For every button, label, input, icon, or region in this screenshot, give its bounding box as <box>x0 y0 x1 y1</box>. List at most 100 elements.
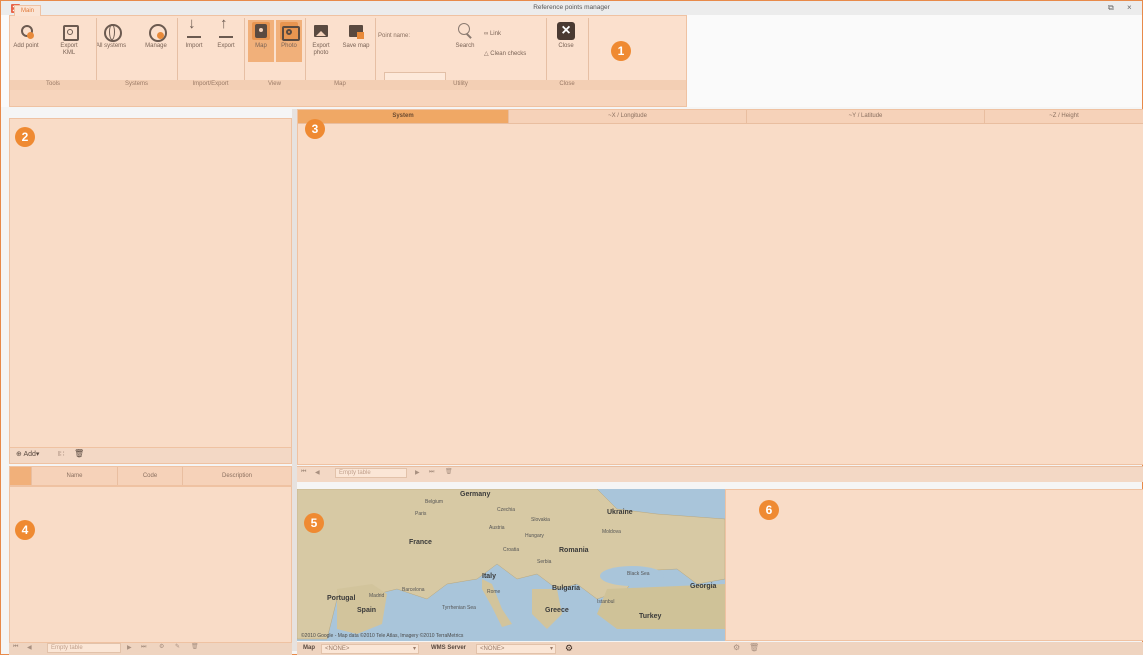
ribbon-group-labels: Tools Systems Import/Export View Map Uti… <box>10 80 686 90</box>
callout-badge-4: 4 <box>15 520 35 540</box>
delete-icon[interactable]: 🗑 <box>74 449 84 458</box>
map-provider-select[interactable]: <NONE> <box>321 644 419 654</box>
map-label-tyrrhenian-sea: Tyrrhenian Sea <box>442 605 476 611</box>
map-label-germany: Germany <box>460 491 491 498</box>
map-label-paris: Paris <box>415 511 427 517</box>
group-label-view: View <box>268 81 281 87</box>
map-label-hungary: Hungary <box>525 533 544 539</box>
group-separator <box>375 18 376 88</box>
group-label-map: Map <box>334 81 346 87</box>
link-button[interactable]: ∞ Link <box>484 31 501 37</box>
column-header-name[interactable]: Name <box>32 467 118 485</box>
search-icon <box>456 22 474 40</box>
photo-view-button[interactable]: Photo <box>276 20 302 62</box>
map-label-france: France <box>409 539 432 546</box>
gear-icon[interactable]: ⚙ <box>565 643 573 654</box>
map-view[interactable]: Germany Belgium Czechia Slovakia Paris A… <box>297 489 725 641</box>
map-label-turkey: Turkey <box>639 613 662 620</box>
map-marker-icon <box>252 22 270 40</box>
export-kml-button[interactable]: Export KML <box>56 22 82 57</box>
group-separator <box>546 18 547 88</box>
wms-server-label: WMS Server <box>431 645 467 651</box>
import-button[interactable]: Import <box>181 20 207 50</box>
dropdown-chevron-icon: ▾ <box>35 451 40 458</box>
import-icon <box>185 20 203 40</box>
column-header-code[interactable]: Code <box>118 467 183 485</box>
points-record-indicator: Empty table <box>47 643 121 653</box>
save-map-button[interactable]: Save map <box>340 22 372 50</box>
clean-checks-button[interactable]: △ Clean checks <box>484 50 526 57</box>
callout-badge-5: 5 <box>304 513 324 533</box>
points-toolbar: ⊕ Add▾ I∷ 🗑 <box>9 448 292 464</box>
column-header-longitude[interactable]: ~X / Longitude <box>509 110 747 123</box>
add-point-button[interactable]: Add point <box>13 22 39 50</box>
window-title: Reference points manager <box>533 4 610 11</box>
photo-toolbar: ⚙ 🗑 <box>725 642 1143 655</box>
edit-icon[interactable]: ✎ <box>175 643 180 655</box>
first-record-icon[interactable]: ⏮ <box>13 644 18 655</box>
first-record-icon[interactable]: ⏮ <box>301 469 306 483</box>
column-header-description[interactable]: Description <box>183 467 291 485</box>
delete-icon[interactable]: 🗑 <box>191 643 199 655</box>
column-header-system[interactable]: System <box>298 110 509 123</box>
map-toolbar: Map <NONE> ▾ WMS Server <NONE> ▾ ⚙ <box>297 642 725 655</box>
map-attribution: ©2010 Google - Map data ©2010 Tele Atlas… <box>301 633 464 639</box>
column-header-height[interactable]: ~Z / Height <box>985 110 1143 123</box>
globe-icon <box>102 22 122 42</box>
points-list-header: Name Code Description <box>9 466 292 486</box>
settings-icon[interactable]: ⚙ <box>159 643 164 655</box>
next-record-icon[interactable]: ▶ <box>415 469 420 483</box>
chevron-down-icon[interactable]: ▾ <box>413 645 416 652</box>
settings-icon[interactable]: ⚙ <box>733 643 740 652</box>
kml-icon <box>60 22 79 41</box>
add-point-icon <box>17 22 35 40</box>
manage-button[interactable]: Manage <box>141 22 171 50</box>
next-record-icon[interactable]: ▶ <box>127 644 132 655</box>
group-separator <box>305 18 306 88</box>
reference-points-tree-panel[interactable] <box>9 118 292 448</box>
map-label-bulgaria: Bulgaria <box>552 585 581 592</box>
group-separator <box>177 18 178 88</box>
all-systems-button[interactable]: All systems <box>93 22 129 50</box>
map-provider-label: Map <box>303 645 315 651</box>
add-point-group-button[interactable]: ⊕ Add▾ <box>16 450 39 458</box>
column-header-latitude[interactable]: ~Y / Latitude <box>747 110 985 123</box>
previous-record-icon[interactable]: ◀ <box>27 644 32 655</box>
export-button[interactable]: Export <box>213 20 239 50</box>
close-window-button[interactable]: × <box>1127 3 1132 12</box>
map-label-istanbul: Istanbul <box>597 599 615 605</box>
delete-record-icon[interactable]: 🗑 <box>445 468 453 482</box>
delete-icon[interactable]: 🗑 <box>749 643 759 652</box>
map-label-serbia: Serbia <box>537 559 552 565</box>
group-label-import-export: Import/Export <box>192 81 229 87</box>
previous-record-icon[interactable]: ◀ <box>315 469 320 483</box>
map-label-belgium: Belgium <box>425 499 444 505</box>
map-label-portugal: Portugal <box>327 595 356 602</box>
points-list-panel[interactable] <box>9 486 292 643</box>
grid-navigation-bar: ⏮ ◀ Empty table ▶ ⏭ 🗑 <box>297 466 1143 482</box>
chevron-down-icon[interactable]: ▾ <box>550 645 553 652</box>
last-record-icon[interactable]: ⏭ <box>141 644 146 655</box>
group-separator <box>244 18 245 88</box>
camera-icon <box>280 22 300 41</box>
rename-icon[interactable]: I∷ <box>58 450 64 458</box>
points-navigation-bar: ⏮ ◀ Empty table ▶ ⏭ ⚙ ✎ 🗑 <box>9 643 292 655</box>
export-photo-button[interactable]: Export photo <box>308 22 334 57</box>
grid-header: System ~X / Longitude ~Y / Latitude ~Z /… <box>298 110 1143 124</box>
column-header-check[interactable] <box>10 467 32 485</box>
map-view-button[interactable]: Map <box>248 20 274 62</box>
map-label-barcelona: Barcelona <box>402 587 425 593</box>
search-button[interactable]: Search <box>452 22 478 50</box>
restore-window-button[interactable]: ⧉ <box>1108 3 1114 13</box>
close-button[interactable]: Close <box>553 22 579 50</box>
photo-panel[interactable] <box>725 489 1143 641</box>
map-label-ukraine: Ukraine <box>607 509 633 516</box>
last-record-icon[interactable]: ⏭ <box>429 469 434 483</box>
map-label-slovakia: Slovakia <box>531 517 550 523</box>
map-label-black-sea: Black Sea <box>627 571 650 577</box>
callout-badge-6: 6 <box>759 500 779 520</box>
wms-server-select[interactable]: <NONE> <box>476 644 556 654</box>
group-label-systems: Systems <box>124 81 148 87</box>
coordinates-grid[interactable]: System ~X / Longitude ~Y / Latitude ~Z /… <box>297 109 1143 465</box>
map-label-moldova: Moldova <box>602 529 621 535</box>
